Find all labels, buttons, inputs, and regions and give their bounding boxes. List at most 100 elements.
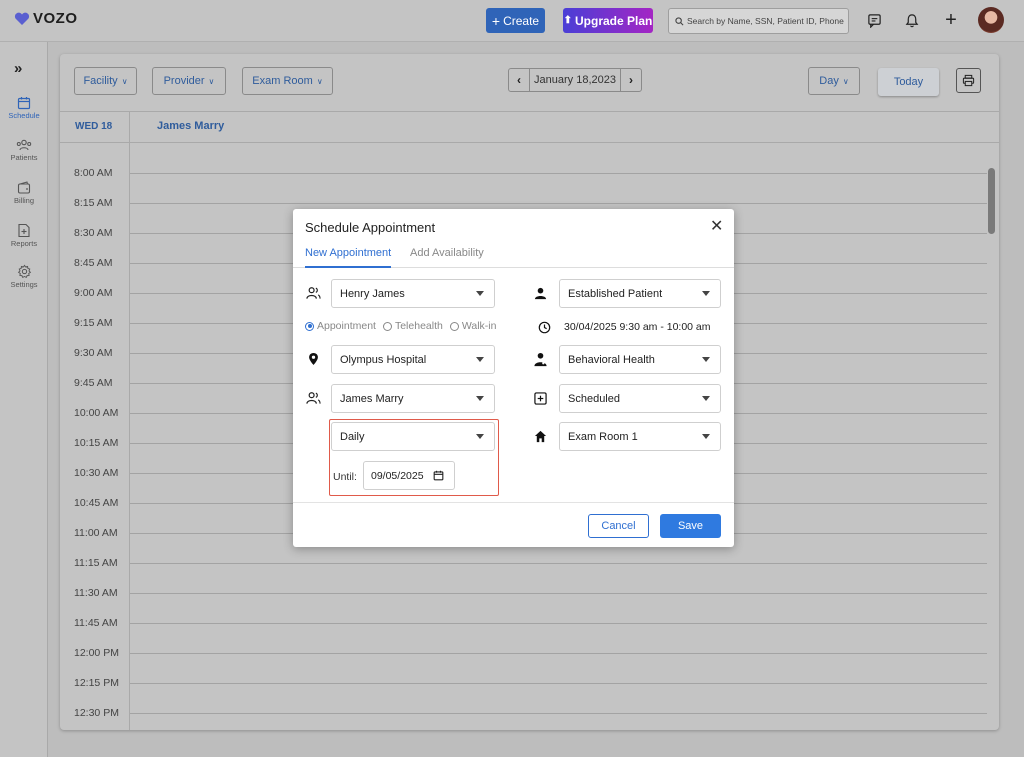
- recurrence-select[interactable]: Daily: [331, 422, 495, 451]
- provider-select[interactable]: James Marry: [331, 384, 495, 413]
- plus-icon: +: [491, 12, 501, 29]
- until-date-input[interactable]: 09/05/2025: [363, 461, 455, 490]
- close-button[interactable]: ✕: [710, 219, 723, 235]
- radio-telehealth-label: Telehealth: [394, 320, 443, 332]
- printer-icon: [962, 74, 975, 87]
- avatar[interactable]: [978, 7, 1004, 33]
- scrollbar[interactable]: [988, 168, 995, 234]
- specialty-select[interactable]: Behavioral Health: [559, 345, 721, 374]
- messages-button[interactable]: [862, 8, 886, 32]
- facility-select[interactable]: Olympus Hospital: [331, 345, 495, 374]
- time-slot-row[interactable]: 11:30 AM: [60, 563, 999, 599]
- date-navigator: ‹ January 18,2023 ›: [508, 68, 642, 92]
- patient-type-value: Established Patient: [568, 287, 663, 300]
- radio-telehealth[interactable]: Telehealth: [382, 320, 443, 332]
- schedule-appointment-dialog: Schedule Appointment ✕ New Appointment A…: [293, 209, 734, 547]
- upgrade-plan-button[interactable]: ⬆ Upgrade Plan: [563, 8, 653, 33]
- sidebar-item-billing[interactable]: Billing: [0, 181, 48, 205]
- facility-filter[interactable]: Facility ∨: [74, 67, 137, 95]
- exam-room-select[interactable]: Exam Room 1: [559, 422, 721, 451]
- provider-column-header: James Marry: [157, 120, 225, 132]
- radio-selected-icon: [305, 321, 314, 331]
- patient-select-value: Henry James: [340, 287, 405, 300]
- appointment-datetime[interactable]: 30/04/2025 9:30 am - 10:00 am: [564, 321, 711, 333]
- status-select-value: Scheduled: [568, 392, 620, 405]
- exam-room-filter[interactable]: Exam Room ∨: [242, 67, 333, 95]
- notifications-button[interactable]: [900, 8, 924, 32]
- calendar-icon: [433, 470, 443, 481]
- chevron-left-icon: ‹: [517, 73, 521, 87]
- tab-new-appointment[interactable]: New Appointment: [305, 247, 392, 268]
- caret-down-icon: [702, 396, 710, 401]
- print-button[interactable]: [956, 68, 981, 93]
- chevron-down-icon: ∨: [842, 76, 849, 86]
- chevron-down-icon: ∨: [316, 76, 323, 86]
- view-selector-label: Day: [819, 75, 839, 87]
- tab-add-availability[interactable]: Add Availability: [410, 247, 484, 268]
- radio-walk-in[interactable]: Walk-in: [449, 320, 496, 332]
- logo[interactable]: VOZO: [14, 10, 78, 27]
- heart-logo-icon: [14, 12, 30, 25]
- time-slot-row[interactable]: 12:15 PM: [60, 653, 999, 689]
- time-slot-line: [130, 713, 987, 714]
- room-icon: [532, 428, 548, 444]
- next-day-button[interactable]: ›: [621, 69, 641, 91]
- add-button[interactable]: +: [939, 8, 963, 32]
- provider-filter[interactable]: Provider ∨: [152, 67, 226, 95]
- status-select[interactable]: Scheduled: [559, 384, 721, 413]
- plus-icon: +: [945, 9, 957, 31]
- time-slot-row[interactable]: 8:15 AM: [60, 173, 999, 209]
- location-pin-icon: [305, 351, 321, 367]
- clock-icon-svg: [538, 321, 550, 333]
- sidebar-item-label: Settings: [10, 280, 38, 289]
- time-slot-row[interactable]: 12:00 PM: [60, 623, 999, 659]
- create-button[interactable]: + Create: [486, 8, 545, 33]
- person-icon: [534, 287, 546, 299]
- time-slot-row[interactable]: 11:45 AM: [60, 593, 999, 629]
- search-input[interactable]: [687, 16, 847, 26]
- previous-day-button[interactable]: ‹: [509, 69, 529, 91]
- home-icon: [534, 430, 546, 442]
- clock-icon: [536, 319, 552, 335]
- dialog-footer-divider: [293, 502, 734, 503]
- sidebar-item-reports[interactable]: Reports: [0, 223, 48, 248]
- dialog-title: Schedule Appointment: [305, 220, 436, 235]
- appointment-type-options: Appointment Telehealth Walk-in: [305, 320, 496, 332]
- patient-type-icon: [532, 285, 548, 301]
- pin-icon: [308, 353, 318, 365]
- provider-filter-label: Provider: [163, 75, 205, 87]
- specialty-icon: [532, 351, 548, 367]
- doctor-icon: [533, 352, 547, 366]
- chevron-down-icon: ∨: [208, 76, 215, 86]
- patient-type-select[interactable]: Established Patient: [559, 279, 721, 308]
- wallet-icon: [17, 181, 31, 194]
- users-icon: [305, 287, 321, 299]
- close-icon: ✕: [710, 218, 724, 235]
- view-selector[interactable]: Day ∨: [808, 67, 860, 95]
- time-slot-row[interactable]: 8:00 AM: [60, 143, 999, 179]
- facility-select-value: Olympus Hospital: [340, 353, 427, 366]
- radio-appointment[interactable]: Appointment: [305, 320, 376, 332]
- save-button[interactable]: Save: [660, 514, 721, 538]
- radio-empty-icon: [449, 321, 459, 331]
- current-date[interactable]: January 18,2023: [529, 69, 621, 91]
- provider-icon: [305, 390, 321, 406]
- patient-select[interactable]: Henry James: [331, 279, 495, 308]
- top-bar: VOZO + Create ⬆ Upgrade Plan +: [0, 0, 1024, 42]
- radio-empty-icon: [382, 321, 392, 331]
- today-button[interactable]: Today: [878, 68, 939, 96]
- cancel-button[interactable]: Cancel: [588, 514, 649, 538]
- patient-icon: [305, 285, 321, 301]
- sidebar-expand-toggle[interactable]: »: [14, 60, 22, 77]
- sidebar-item-patients[interactable]: Patients: [0, 139, 48, 162]
- sidebar-item-schedule[interactable]: Schedule: [0, 96, 48, 120]
- caret-down-icon: [476, 357, 484, 362]
- report-icon: [18, 223, 30, 238]
- sidebar-item-settings[interactable]: Settings: [0, 264, 48, 289]
- search-icon: [675, 16, 684, 25]
- time-slot-row[interactable]: 12:30 PM: [60, 683, 999, 719]
- caret-down-icon: [702, 291, 710, 296]
- exam-room-filter-label: Exam Room: [252, 75, 313, 87]
- specialty-select-value: Behavioral Health: [568, 353, 655, 366]
- users-icon: [16, 139, 32, 151]
